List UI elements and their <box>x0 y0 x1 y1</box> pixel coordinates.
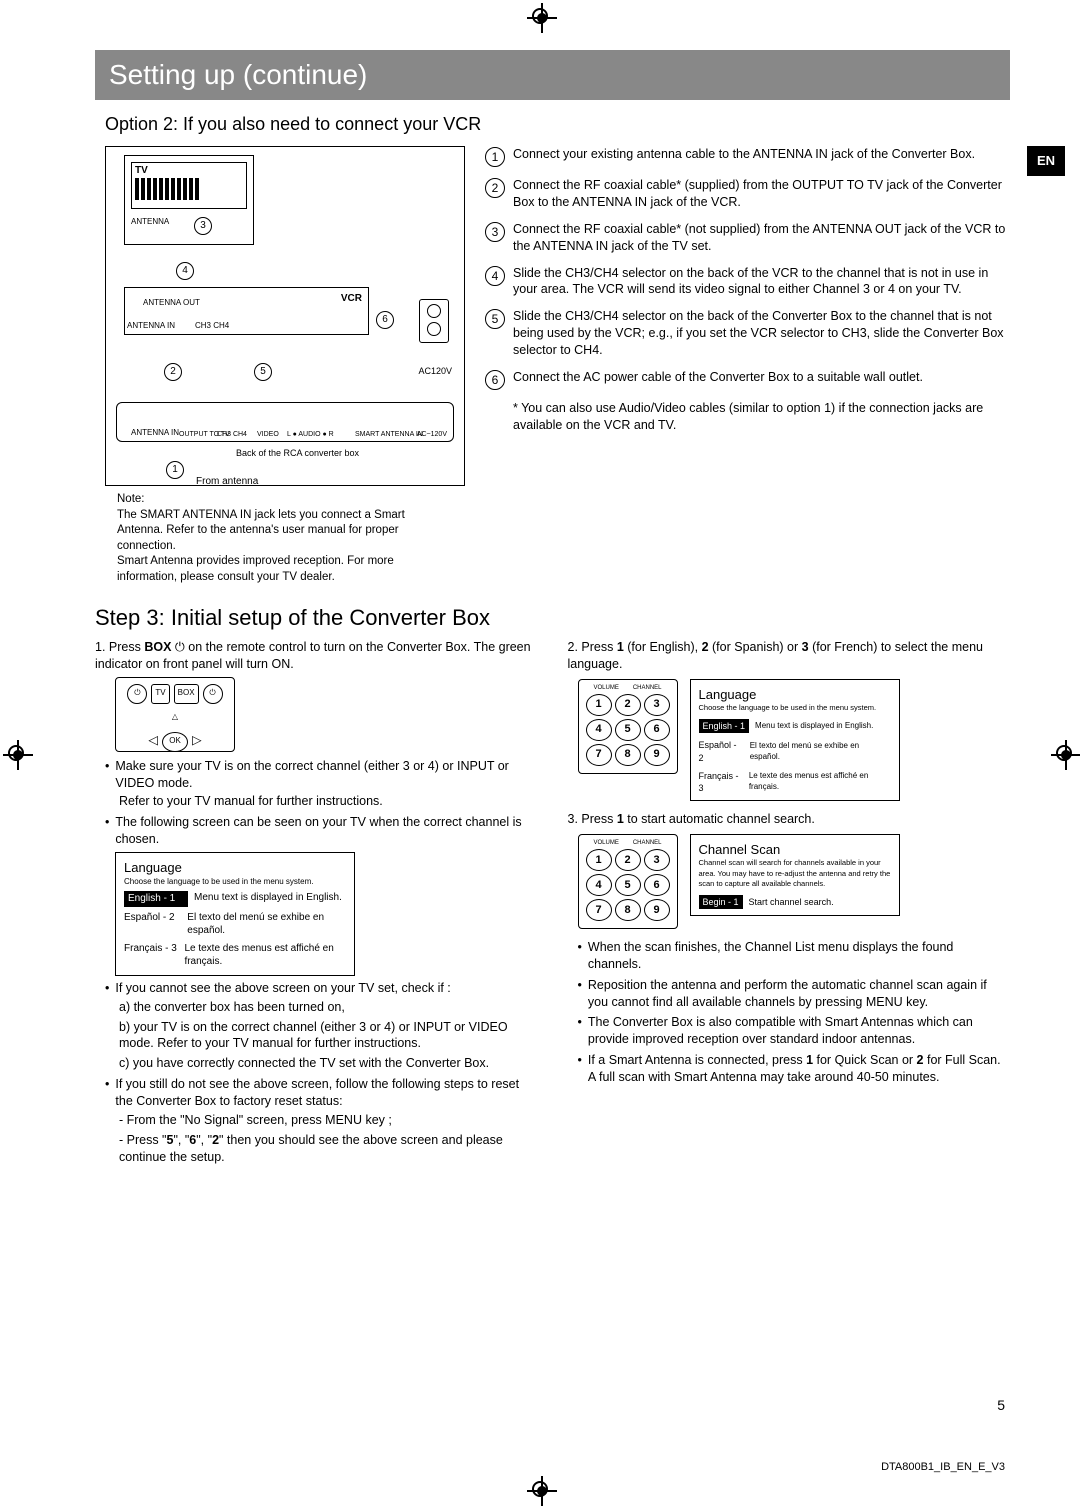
check-a: a) the converter box has been turned on, <box>119 999 538 1016</box>
from-antenna-label: From antenna <box>196 475 258 489</box>
step-text-6: Connect the AC power cable of the Conver… <box>513 369 1010 390</box>
reset-1: - From the "No Signal" screen, press MEN… <box>119 1112 538 1129</box>
step-text-3: Connect the RF coaxial cable* (not suppl… <box>513 221 1010 255</box>
lang-sub: Choose the language to be used in the me… <box>124 877 346 888</box>
step3-instruction-1: 1. Press BOX ⏻ on the remote control to … <box>95 639 538 673</box>
step-text-4: Slide the CH3/CH4 selector on the back o… <box>513 265 1010 299</box>
antenna-out-label: ANTENNA OUT <box>143 298 200 309</box>
bullet-reposition: Reposition the antenna and perform the a… <box>588 977 1010 1011</box>
bullet-icon: • <box>105 980 109 997</box>
bullet-scan-finish: When the scan finishes, the Channel List… <box>588 939 1010 973</box>
reset-2: - Press "5", "6", "2" then you should se… <box>119 1132 538 1166</box>
connection-diagram: TV ANTENNA 3 4 VCR ANTENNA OUT ANTENNA I… <box>105 146 465 486</box>
bullet-tv-channel-sub: Refer to your TV manual for further inst… <box>119 793 538 810</box>
step3-instruction-2: 2. Press 1 (for English), 2 (for Spanish… <box>568 639 1011 673</box>
bullet-screen: The following screen can be seen on your… <box>115 814 537 848</box>
language-screen-b: Language Choose the language to be used … <box>690 679 900 801</box>
note-label: Note: <box>117 493 145 505</box>
channel-scan-screen: Channel Scan Channel scan will search fo… <box>690 834 900 916</box>
step3-heading: Step 3: Initial setup of the Converter B… <box>95 603 1010 633</box>
note-text: The SMART ANTENNA IN jack lets you conne… <box>117 509 405 583</box>
back-caption: Back of the RCA converter box <box>236 447 359 459</box>
bullet-icon: • <box>578 977 582 1011</box>
antenna-label: ANTENNA <box>131 217 169 228</box>
remote-tv-button: TV <box>151 684 169 704</box>
ch3ch4-label: CH3 CH4 <box>195 321 229 332</box>
lang-title: Language <box>124 859 346 877</box>
lang-es: Español - 2 <box>124 911 181 925</box>
diagram-marker-2: 2 <box>164 363 182 381</box>
reg-mark-left <box>8 745 24 761</box>
remote-box-button: BOX <box>174 684 199 704</box>
bullet-cannot-see: If you cannot see the above screen on yo… <box>115 980 450 997</box>
remote-power2-icon: ⏻ <box>203 684 223 704</box>
diagram-marker-1: 1 <box>166 461 184 479</box>
note-box: Note: The SMART ANTENNA IN jack lets you… <box>117 492 447 585</box>
step-num-2: 2 <box>485 178 505 198</box>
conv-smart: SMART ANTENNA IN <box>355 430 423 439</box>
lang-en: English - 1 <box>124 891 188 907</box>
remote-power-icon: ⏻ <box>127 684 147 704</box>
step3-instruction-3: 3. Press 1 to start automatic channel se… <box>568 811 1011 828</box>
remote-illustration: ⏻ TV BOX ⏻ △ ◁ OK ▷ <box>115 677 235 752</box>
bullet-icon: • <box>578 1052 582 1086</box>
remote-up-icon: △ <box>165 708 185 728</box>
step-text-2: Connect the RF coaxial cable* (supplied)… <box>513 177 1010 211</box>
step-num-1: 1 <box>485 147 505 167</box>
page-number: 5 <box>997 1396 1005 1415</box>
check-c: c) you have correctly connected the TV s… <box>119 1055 538 1072</box>
step-num-3: 3 <box>485 222 505 242</box>
bullet-quick-full-scan: If a Smart Antenna is connected, press 1… <box>588 1052 1010 1086</box>
bullet-reset: If you still do not see the above screen… <box>115 1076 537 1110</box>
page-title-bar: Setting up (continue) <box>95 50 1010 100</box>
conv-ch3ch4: CH3 CH4 <box>217 430 247 439</box>
footer-doc-id: DTA800B1_IB_EN_E_V3 <box>881 1460 1005 1475</box>
step-num-4: 4 <box>485 266 505 286</box>
bullet-tv-channel: Make sure your TV is on the correct chan… <box>115 758 537 792</box>
reg-mark-top <box>532 8 548 24</box>
converter-box: ANTENNA IN OUTPUT TO TV CH3 CH4 VIDEO L … <box>116 402 454 442</box>
conv-video: VIDEO <box>257 430 279 439</box>
reg-mark-bottom <box>532 1481 548 1497</box>
diagram-marker-6: 6 <box>376 311 394 329</box>
antenna-in-label: ANTENNA IN <box>127 321 175 332</box>
keypad-illustration: VOLUMECHANNEL 123 456 789 <box>578 679 678 774</box>
remote-ok-button: OK <box>162 732 188 752</box>
bullet-icon: • <box>105 758 109 792</box>
steps-footnote: * You can also use Audio/Video cables (s… <box>513 400 1010 434</box>
lang-fr: Français - 3 <box>124 942 178 956</box>
bullet-icon: • <box>578 939 582 973</box>
step-num-6: 6 <box>485 370 505 390</box>
tv-label: TV <box>135 164 148 178</box>
diagram-marker-4: 4 <box>176 262 194 280</box>
option2-heading: Option 2: If you also need to connect yo… <box>105 112 1010 136</box>
language-badge: EN <box>1027 146 1065 176</box>
language-screen: Language Choose the language to be used … <box>115 852 355 976</box>
wall-outlet <box>419 299 449 343</box>
reg-mark-right <box>1056 745 1072 761</box>
vcr-device: VCR ANTENNA OUT ANTENNA IN CH3 CH4 <box>124 287 369 335</box>
bullet-smart-antenna: The Converter Box is also compatible wit… <box>588 1014 1010 1048</box>
tv-device: TV ANTENNA <box>124 155 254 245</box>
conv-audio: L ● AUDIO ● R <box>287 430 334 439</box>
bullet-icon: • <box>105 1076 109 1110</box>
step-text-1: Connect your existing antenna cable to t… <box>513 146 1010 167</box>
conv-antenna-in: ANTENNA IN <box>131 428 179 439</box>
keypad-illustration-2: VOLUMECHANNEL 123 456 789 <box>578 834 678 929</box>
step-num-5: 5 <box>485 309 505 329</box>
check-b: b) your TV is on the correct channel (ei… <box>119 1019 538 1053</box>
diagram-marker-3: 3 <box>194 217 212 235</box>
diagram-marker-5: 5 <box>254 363 272 381</box>
conv-ac: AC~120V <box>417 430 447 439</box>
remote-left-icon: ◁ <box>148 732 158 752</box>
bullet-icon: • <box>105 814 109 848</box>
vcr-label: VCR <box>341 292 362 306</box>
bullet-icon: • <box>578 1014 582 1048</box>
remote-right-icon: ▷ <box>192 732 202 752</box>
step-text-5: Slide the CH3/CH4 selector on the back o… <box>513 308 1010 359</box>
ac-label: AC120V <box>418 365 452 377</box>
